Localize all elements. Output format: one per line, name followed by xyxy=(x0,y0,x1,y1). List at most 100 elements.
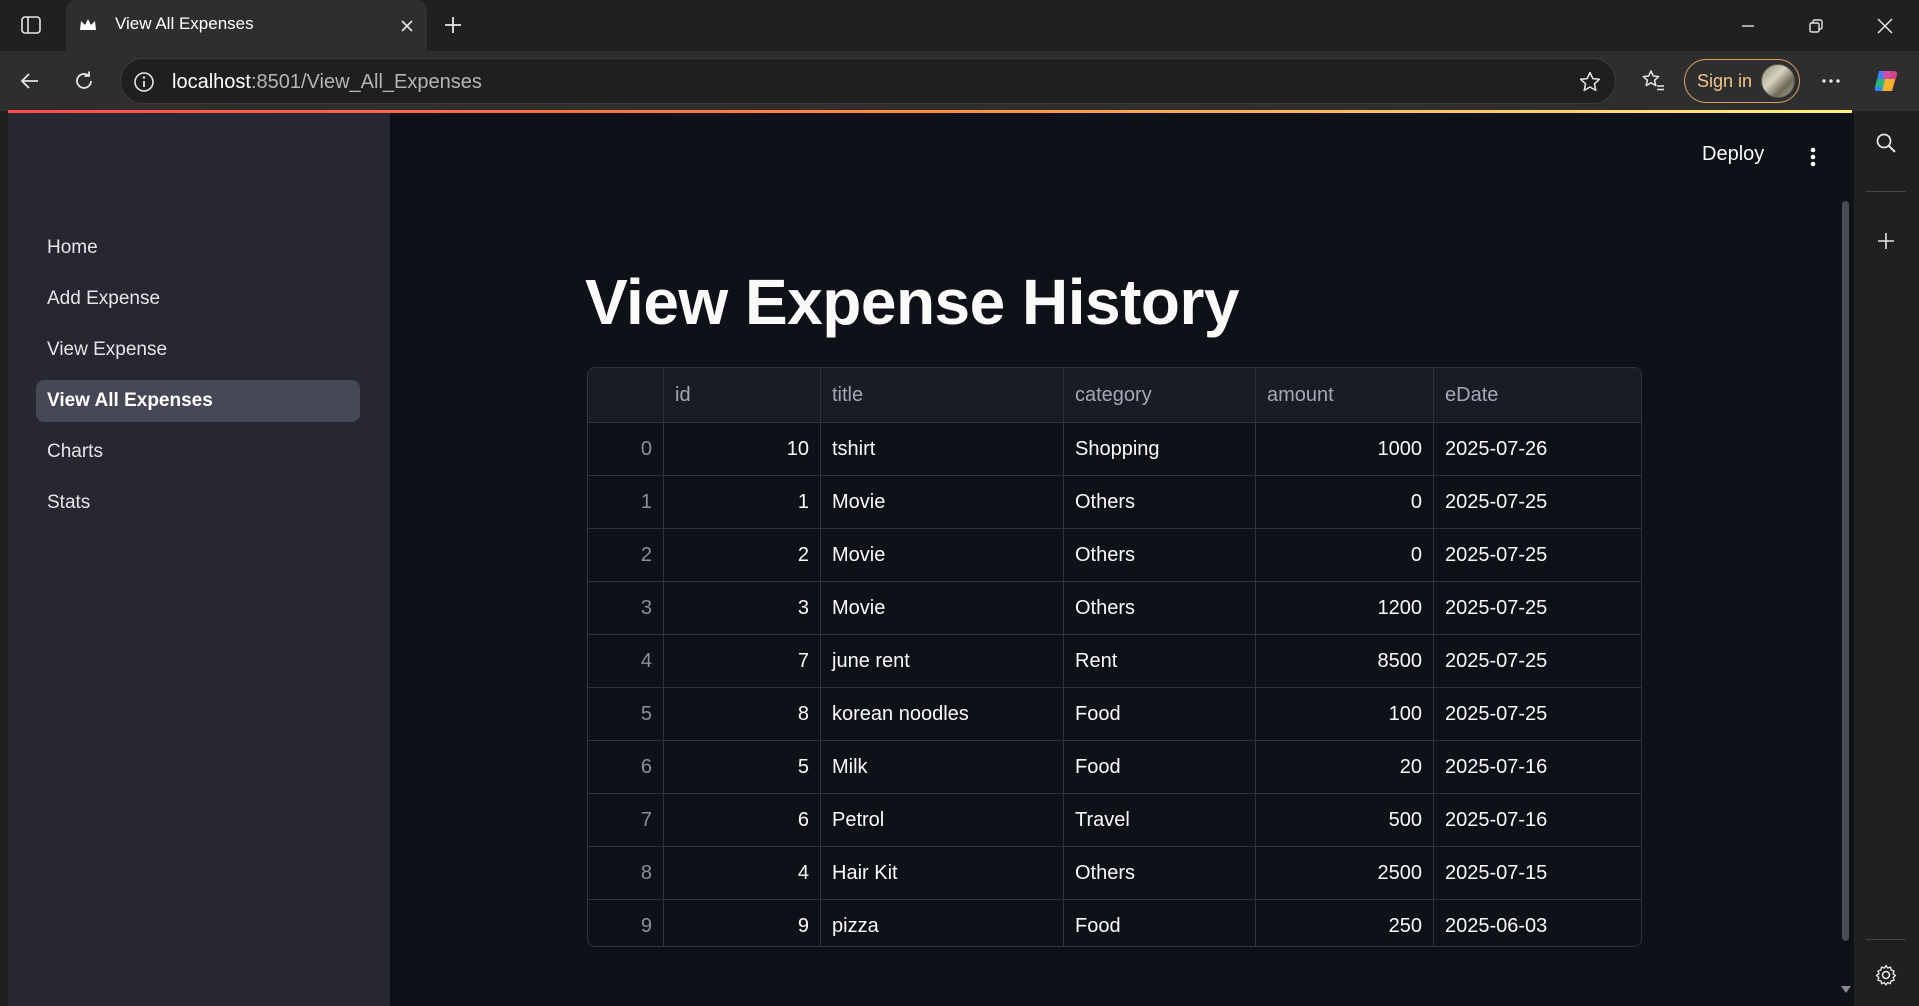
sidebar-item-add-expense[interactable]: Add Expense xyxy=(36,278,360,320)
cell-index[interactable]: 2 xyxy=(588,529,663,581)
cell-edate[interactable]: 2025-06-03 xyxy=(1433,900,1641,946)
column-header-id[interactable]: id xyxy=(663,368,820,422)
cell-title[interactable]: Milk xyxy=(820,741,1063,793)
minimize-button[interactable] xyxy=(1718,0,1778,51)
cell-id[interactable]: 10 xyxy=(663,423,820,475)
sidebar-settings-button[interactable] xyxy=(1868,957,1904,993)
cell-edate[interactable]: 2025-07-16 xyxy=(1433,794,1641,846)
cell-id[interactable]: 7 xyxy=(663,635,820,687)
cell-edate[interactable]: 2025-07-15 xyxy=(1433,847,1641,899)
cell-category[interactable]: Shopping xyxy=(1063,423,1255,475)
cell-title[interactable]: pizza xyxy=(820,900,1063,946)
favorites-button[interactable] xyxy=(1635,63,1671,99)
cell-edate[interactable]: 2025-07-25 xyxy=(1433,529,1641,581)
cell-amount[interactable]: 100 xyxy=(1255,688,1433,740)
table-row[interactable]: 1 1 Movie Others 0 2025-07-25 xyxy=(588,475,1641,528)
cell-category[interactable]: Others xyxy=(1063,476,1255,528)
cell-id[interactable]: 2 xyxy=(663,529,820,581)
column-header-title[interactable]: title xyxy=(820,368,1063,422)
scroll-down-arrow[interactable] xyxy=(1841,986,1851,993)
sidebar-search-button[interactable] xyxy=(1868,125,1904,161)
back-button[interactable] xyxy=(12,63,48,99)
cell-index[interactable]: 4 xyxy=(588,635,663,687)
table-row[interactable]: 3 3 Movie Others 1200 2025-07-25 xyxy=(588,581,1641,634)
cell-title[interactable]: korean noodles xyxy=(820,688,1063,740)
table-row[interactable]: 9 9 pizza Food 250 2025-06-03 xyxy=(588,899,1641,946)
copilot-button[interactable] xyxy=(1869,63,1905,99)
sidebar-item-stats[interactable]: Stats xyxy=(36,482,360,524)
expenses-dataframe[interactable]: id title category amount eDate 0 10 tshirt Shopp… xyxy=(587,367,1642,947)
cell-category[interactable]: Others xyxy=(1063,529,1255,581)
settings-and-more-button[interactable] xyxy=(1813,63,1849,99)
cell-id[interactable]: 4 xyxy=(663,847,820,899)
refresh-button[interactable] xyxy=(66,63,102,99)
cell-index[interactable]: 1 xyxy=(588,476,663,528)
cell-amount[interactable]: 2500 xyxy=(1255,847,1433,899)
cell-title[interactable]: Petrol xyxy=(820,794,1063,846)
tab-close-button[interactable] xyxy=(393,12,421,40)
cell-edate[interactable]: 2025-07-16 xyxy=(1433,741,1641,793)
restore-button[interactable] xyxy=(1786,0,1846,51)
cell-edate[interactable]: 2025-07-26 xyxy=(1433,423,1641,475)
address-bar[interactable]: localhost:8501/View_All_Expenses xyxy=(120,58,1616,104)
cell-id[interactable]: 5 xyxy=(663,741,820,793)
cell-edate[interactable]: 2025-07-25 xyxy=(1433,582,1641,634)
sign-in-button[interactable]: Sign in xyxy=(1684,59,1800,103)
cell-category[interactable]: Others xyxy=(1063,847,1255,899)
column-header-edate[interactable]: eDate xyxy=(1433,368,1641,422)
cell-category[interactable]: Food xyxy=(1063,900,1255,946)
table-row[interactable]: 2 2 Movie Others 0 2025-07-25 xyxy=(588,528,1641,581)
cell-edate[interactable]: 2025-07-25 xyxy=(1433,688,1641,740)
close-window-button[interactable] xyxy=(1855,0,1915,51)
table-row[interactable]: 7 6 Petrol Travel 500 2025-07-16 xyxy=(588,793,1641,846)
cell-amount[interactable]: 1000 xyxy=(1255,423,1433,475)
deploy-button[interactable]: Deploy xyxy=(1702,143,1764,166)
cell-title[interactable]: Movie xyxy=(820,529,1063,581)
table-row[interactable]: 5 8 korean noodles Food 100 2025-07-25 xyxy=(588,687,1641,740)
tab-actions-button[interactable] xyxy=(14,10,48,40)
column-header-index[interactable] xyxy=(588,368,663,422)
main-menu-button[interactable] xyxy=(1798,141,1828,173)
add-favorite-button[interactable] xyxy=(1577,69,1603,95)
cell-edate[interactable]: 2025-07-25 xyxy=(1433,476,1641,528)
cell-amount[interactable]: 0 xyxy=(1255,476,1433,528)
table-row[interactable]: 6 5 Milk Food 20 2025-07-16 xyxy=(588,740,1641,793)
new-tab-button[interactable] xyxy=(436,10,470,40)
cell-id[interactable]: 9 xyxy=(663,900,820,946)
sidebar-item-view-expense[interactable]: View Expense xyxy=(36,329,360,371)
cell-amount[interactable]: 500 xyxy=(1255,794,1433,846)
table-row[interactable]: 8 4 Hair Kit Others 2500 2025-07-15 xyxy=(588,846,1641,899)
cell-title[interactable]: Movie xyxy=(820,476,1063,528)
main-scrollbar[interactable] xyxy=(1842,201,1849,941)
column-header-amount[interactable]: amount xyxy=(1255,368,1433,422)
table-row[interactable]: 4 7 june rent Rent 8500 2025-07-25 xyxy=(588,634,1641,687)
cell-index[interactable]: 3 xyxy=(588,582,663,634)
cell-id[interactable]: 1 xyxy=(663,476,820,528)
cell-amount[interactable]: 0 xyxy=(1255,529,1433,581)
cell-title[interactable]: Movie xyxy=(820,582,1063,634)
cell-index[interactable]: 0 xyxy=(588,423,663,475)
cell-amount[interactable]: 8500 xyxy=(1255,635,1433,687)
cell-title[interactable]: june rent xyxy=(820,635,1063,687)
cell-amount[interactable]: 1200 xyxy=(1255,582,1433,634)
table-row[interactable]: 0 10 tshirt Shopping 1000 2025-07-26 xyxy=(588,422,1641,475)
cell-category[interactable]: Food xyxy=(1063,688,1255,740)
cell-category[interactable]: Others xyxy=(1063,582,1255,634)
cell-edate[interactable]: 2025-07-25 xyxy=(1433,635,1641,687)
sidebar-item-home[interactable]: Home xyxy=(36,227,360,269)
cell-index[interactable]: 5 xyxy=(588,688,663,740)
cell-index[interactable]: 8 xyxy=(588,847,663,899)
cell-index[interactable]: 7 xyxy=(588,794,663,846)
browser-tab-active[interactable]: View All Expenses xyxy=(66,0,427,51)
cell-category[interactable]: Travel xyxy=(1063,794,1255,846)
cell-amount[interactable]: 250 xyxy=(1255,900,1433,946)
cell-amount[interactable]: 20 xyxy=(1255,741,1433,793)
sidebar-add-button[interactable] xyxy=(1868,223,1904,259)
sidebar-item-charts[interactable]: Charts xyxy=(36,431,360,473)
site-info-button[interactable] xyxy=(132,70,156,94)
cell-id[interactable]: 8 xyxy=(663,688,820,740)
cell-category[interactable]: Food xyxy=(1063,741,1255,793)
cell-index[interactable]: 9 xyxy=(588,900,663,946)
sidebar-item-view-all-expenses[interactable]: View All Expenses xyxy=(36,380,360,422)
column-header-category[interactable]: category xyxy=(1063,368,1255,422)
